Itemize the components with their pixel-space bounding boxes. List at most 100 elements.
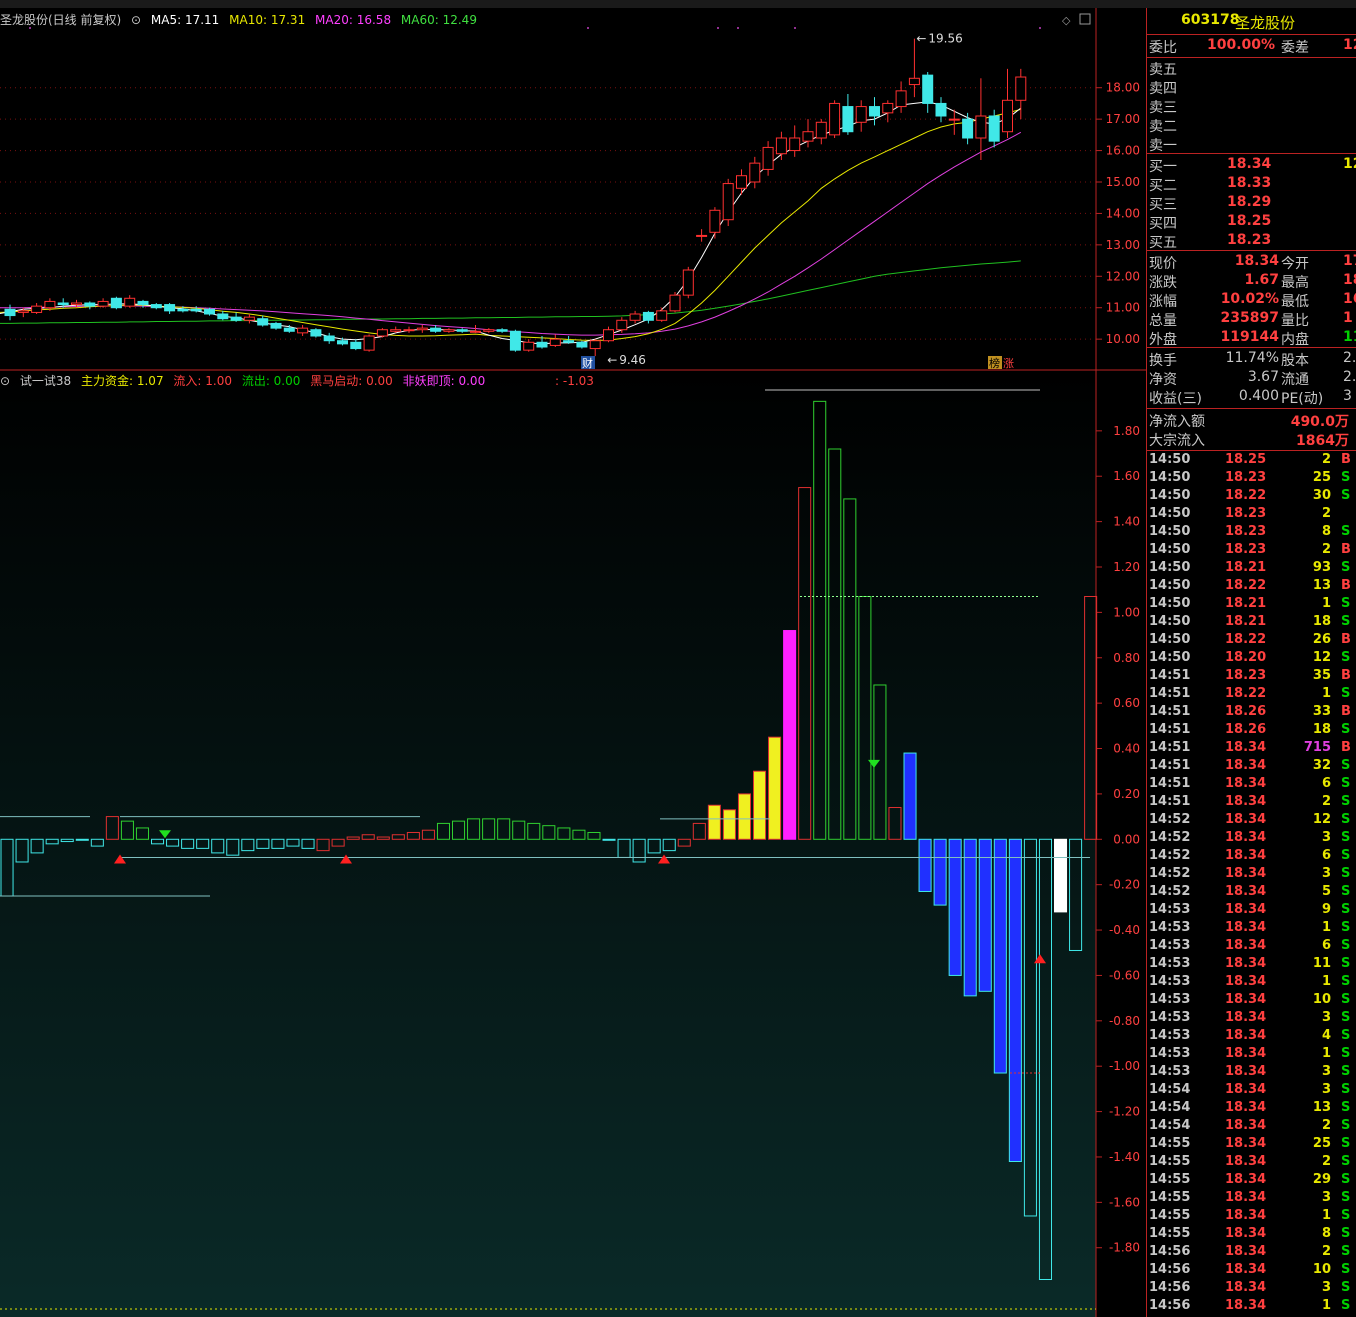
tick-row: 14:54 18.34 3 S (1149, 1082, 1351, 1097)
candle-body (283, 327, 295, 332)
extra-label: : -1.03 (555, 374, 594, 388)
buy-level-row: 买二 18.33 (1149, 175, 1272, 194)
ind-tick-label: 1.40 (1113, 515, 1140, 529)
stat2-row: 净资3.67流通2.0 (1149, 369, 1356, 388)
candle-body (164, 304, 176, 312)
candle-body (4, 308, 16, 317)
candle-body (908, 77, 920, 86)
ma5-label: MA5: 17.11 (150, 13, 220, 27)
ind-tick-label: -1.40 (1109, 1150, 1140, 1164)
stat-row: 涨幅10.02%最低16 (1149, 291, 1356, 310)
kline-chart-area[interactable]: 18.00 17.00 16.00 15.00 14.00 13.00 12.00 11.00… (0, 8, 1146, 1317)
tick-row: 14:56 18.34 1 S (1149, 1298, 1351, 1313)
candle-body (536, 341, 548, 348)
tick-row: 14:53 18.34 1 S (1149, 920, 1351, 935)
tick-row: 14:52 18.34 6 S (1149, 848, 1351, 863)
price-tick-label: 12.00 (1106, 269, 1140, 283)
candle-body (204, 308, 215, 315)
candle-body (749, 162, 761, 183)
cai-badge: 财 (582, 356, 593, 370)
candle-body (376, 329, 388, 337)
ind-tick-label: -1.20 (1109, 1105, 1140, 1119)
candle-body (363, 335, 375, 351)
indicator-bar (919, 839, 932, 892)
ind-tick-label: 0.40 (1113, 742, 1140, 756)
tick-row: 14:53 18.34 9 S (1149, 902, 1351, 917)
tick-row: 14:50 18.21 93 S (1149, 560, 1351, 575)
candle-body (855, 106, 867, 123)
stat-row: 现价18.34今开17 (1149, 253, 1356, 272)
zhang-badge: 涨 (1003, 357, 1014, 370)
candle-body (17, 310, 29, 313)
candle-body (270, 322, 282, 329)
stock-name: 圣龙股份 (1235, 14, 1296, 32)
indicator-bar (964, 839, 977, 996)
stock-code: 603178 (1181, 12, 1240, 28)
tick-row: 14:55 18.34 3 S (1149, 1190, 1351, 1205)
ind-tick-label: 0.00 (1113, 832, 1140, 846)
candle-body (589, 340, 601, 350)
indicator-bar (708, 805, 721, 840)
signal-dot (717, 27, 719, 29)
signal-dot (1039, 27, 1041, 29)
tick-row: 14:50 18.22 13 B (1149, 578, 1351, 593)
tick-row: 14:55 18.34 29 S (1149, 1172, 1351, 1187)
buy-level-row: 买四 18.25 (1149, 213, 1272, 232)
high-annotation: 19.56 (928, 32, 962, 46)
candle-body (962, 118, 974, 139)
ind-tick-label: 0.20 (1113, 787, 1140, 801)
low-arrow-icon: ← (607, 353, 617, 367)
candle-body (390, 329, 402, 332)
tick-row: 14:51 18.26 33 B (1149, 704, 1351, 719)
tick-row: 14:53 18.34 10 S (1149, 992, 1351, 1007)
ind-tick-label: -1.80 (1109, 1241, 1140, 1255)
ind-tick-label: -0.40 (1109, 923, 1140, 937)
tick-row: 14:55 18.34 2 S (1149, 1154, 1351, 1169)
signal-dot (587, 27, 589, 29)
candle-body (815, 121, 827, 139)
sell-level-row: 卖四 (1149, 81, 1177, 97)
candle-body (922, 74, 934, 104)
candle-body (190, 308, 202, 312)
candle-body (682, 269, 694, 296)
settings-icon[interactable]: ⊙ (131, 13, 141, 27)
ma10-label: MA10: 17.31 (229, 13, 306, 27)
tick-row: 14:50 18.20 12 S (1149, 650, 1351, 665)
price-tick-label: 10.00 (1106, 332, 1140, 346)
candle-body (310, 329, 322, 337)
candle-body (297, 327, 309, 334)
ind-tick-label: 0.60 (1113, 696, 1140, 710)
candle-body (549, 338, 561, 346)
tick-row: 14:50 18.21 1 S (1149, 596, 1351, 611)
tick-row: 14:50 18.25 2 B (1149, 452, 1351, 467)
settings-icon[interactable]: ⊙ (0, 374, 10, 388)
tick-row: 14:52 18.34 5 S (1149, 884, 1351, 899)
candle-body (789, 137, 801, 152)
tick-row: 14:53 18.34 4 S (1149, 1028, 1351, 1043)
candle-body (696, 234, 708, 237)
hm-label: 黑马启动: 0.00 (310, 374, 393, 388)
high-arrow-icon: ← (916, 32, 926, 46)
candle-body (403, 329, 415, 332)
candle-body (124, 297, 136, 307)
candle-body (895, 90, 907, 108)
tick-row: 14:50 18.23 25 S (1149, 470, 1351, 485)
tick-row: 14:50 18.22 30 S (1149, 488, 1351, 503)
tick-row: 14:51 18.34 2 S (1149, 794, 1351, 809)
candle-body (576, 341, 588, 348)
kline-chart-svg[interactable]: 18.00 17.00 16.00 15.00 14.00 13.00 12.00 11.00… (0, 8, 1146, 1317)
tick-row: 14:55 18.34 25 S (1149, 1136, 1351, 1151)
indicator-bar (738, 793, 751, 840)
buy-level-row: 买三 18.29 (1149, 194, 1272, 213)
tick-row: 14:53 18.34 1 S (1149, 1046, 1351, 1061)
tick-row: 14:50 18.22 26 B (1149, 632, 1351, 647)
diamond-icon[interactable]: ◇ (1062, 14, 1071, 27)
tick-row: 14:55 18.34 8 S (1149, 1226, 1351, 1241)
candle-body (988, 115, 1000, 142)
candle-body (137, 300, 149, 306)
indicator-bar (75, 838, 89, 841)
indicator-bar (994, 839, 1007, 1074)
tick-row: 14:53 18.34 1 S (1149, 974, 1351, 989)
ind-tick-label: 1.00 (1113, 605, 1140, 619)
price-tick-label: 14.00 (1106, 206, 1140, 220)
